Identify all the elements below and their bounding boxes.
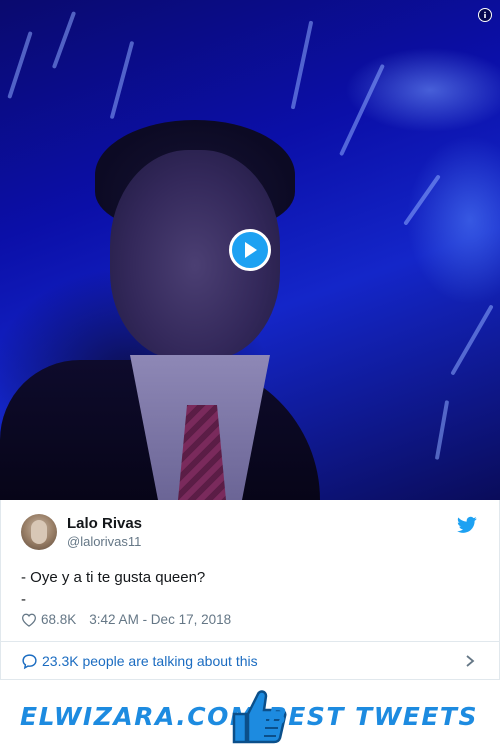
tagline: BEST TWEETS [267, 702, 478, 731]
heart-icon[interactable] [21, 613, 37, 627]
light-streak [450, 304, 494, 376]
info-icon[interactable] [478, 8, 492, 22]
twitter-bird-icon[interactable] [457, 516, 477, 534]
info-glyph [484, 11, 486, 18]
avatar[interactable] [21, 514, 57, 550]
author-name[interactable]: Lalo Rivas [67, 515, 142, 532]
tweet-meta: 68.8K 3:42 AM - Dec 17, 2018 [21, 612, 231, 627]
comment-bubble-icon [22, 653, 37, 669]
light-streak [7, 31, 33, 99]
like-count[interactable]: 68.8K [41, 612, 76, 627]
author-handle[interactable]: @lalorivas11 [67, 534, 141, 549]
light-streak [339, 63, 385, 157]
tweet-text: - Oye y a ti te gusta queen? - [21, 567, 205, 611]
conversation-link[interactable]: 23.3K people are talking about this [0, 642, 500, 680]
tweet-video[interactable] [0, 0, 500, 500]
light-streak [51, 11, 77, 69]
conversation-text[interactable]: 23.3K people are talking about this [42, 653, 258, 669]
play-button[interactable] [229, 229, 271, 271]
tweet-text-line: - Oye y a ti te gusta queen? [21, 569, 206, 586]
tweet-text-line: - [21, 591, 26, 608]
light-streak [434, 400, 450, 460]
light-streak [403, 174, 441, 226]
timestamp[interactable]: 3:42 AM - Dec 17, 2018 [89, 612, 231, 627]
site-name[interactable]: ELWIZARA.COM [20, 702, 256, 731]
brand-footer: ELWIZARA.COM BEST TWEETS [0, 680, 500, 752]
light-streak [109, 40, 135, 120]
light-streak [290, 20, 314, 110]
chevron-right-icon [466, 655, 475, 667]
play-icon [245, 242, 257, 258]
